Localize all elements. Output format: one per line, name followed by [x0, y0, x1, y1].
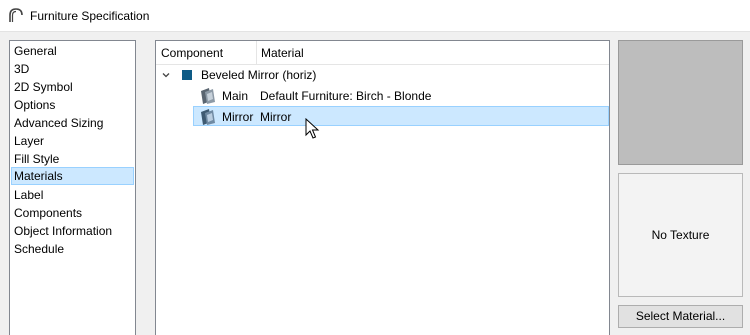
- materials-tree[interactable]: Component Material Beveled Mirror (horiz…: [155, 40, 610, 335]
- chevron-down-icon[interactable]: [160, 69, 172, 81]
- nav-item-components[interactable]: Components: [11, 204, 134, 222]
- nav-item-label[interactable]: Label: [11, 186, 134, 204]
- nav-item-general[interactable]: General: [11, 42, 134, 60]
- material-name: Mirror: [260, 110, 292, 124]
- select-material-button[interactable]: Select Material...: [618, 305, 743, 328]
- nav-item-advanced-sizing[interactable]: Advanced Sizing: [11, 114, 134, 132]
- component-name: Main: [222, 89, 249, 103]
- tree-row-selected[interactable]: Mirror Mirror: [193, 106, 609, 126]
- window-title: Furniture Specification: [30, 9, 150, 23]
- nav-item-layer[interactable]: Layer: [11, 132, 134, 150]
- category-list[interactable]: General 3D 2D Symbol Options Advanced Si…: [9, 40, 136, 335]
- material-name: Default Furniture: Birch - Blonde: [260, 89, 432, 103]
- nav-item-object-information[interactable]: Object Information: [11, 222, 134, 240]
- title-bar: Furniture Specification: [0, 0, 750, 32]
- nav-item-3d[interactable]: 3D: [11, 60, 134, 78]
- tree-header: Component Material: [156, 41, 609, 65]
- tree-row[interactable]: Main Default Furniture: Birch - Blonde: [156, 86, 609, 106]
- tree-group-row[interactable]: Beveled Mirror (horiz): [156, 65, 609, 85]
- material-icon: [201, 88, 215, 104]
- material-preview: [618, 40, 743, 165]
- material-icon: [201, 109, 215, 125]
- nav-item-options[interactable]: Options: [11, 96, 134, 114]
- mouse-pointer-icon: [305, 118, 320, 139]
- app-arch-icon: [9, 8, 23, 22]
- texture-preview: No Texture: [618, 173, 743, 297]
- nav-item-schedule[interactable]: Schedule: [11, 240, 134, 258]
- no-texture-label: No Texture: [651, 228, 710, 242]
- material-swatch-icon: [182, 70, 192, 80]
- column-header-material[interactable]: Material: [256, 41, 609, 65]
- nav-item-2d-symbol[interactable]: 2D Symbol: [11, 78, 134, 96]
- group-name: Beveled Mirror (horiz): [201, 68, 317, 82]
- column-header-component[interactable]: Component: [156, 41, 256, 65]
- component-name: Mirror: [222, 110, 254, 124]
- nav-item-materials[interactable]: Materials: [11, 167, 134, 185]
- nav-item-fill-style[interactable]: Fill Style: [11, 150, 134, 168]
